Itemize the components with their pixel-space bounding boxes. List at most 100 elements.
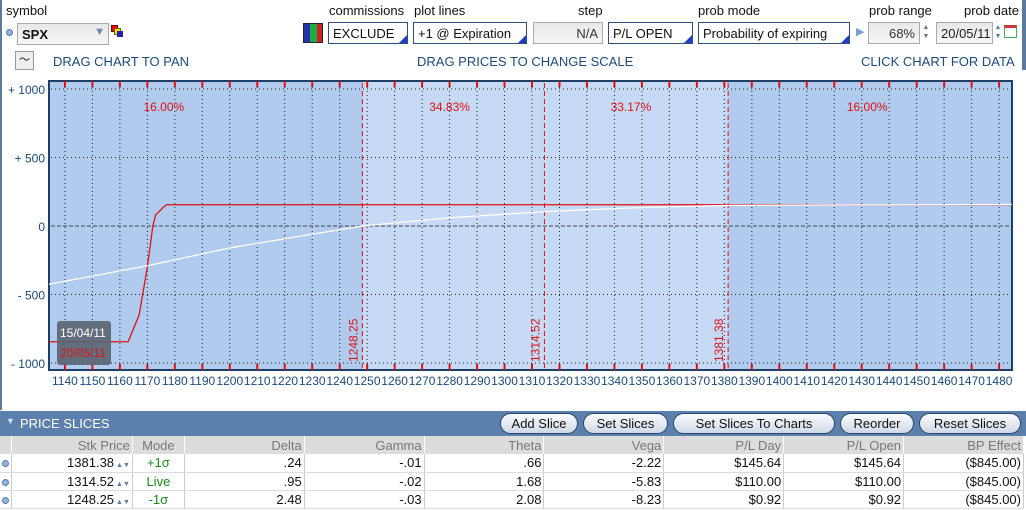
cell-p-l-open: $110.00 (783, 472, 905, 491)
reset-slices-button[interactable]: Reset Slices (919, 413, 1021, 434)
x-tick-label: 1370 (684, 374, 711, 388)
price-slices-title: PRICE SLICES (20, 416, 110, 431)
pan-hint: DRAG CHART TO PAN (53, 54, 190, 69)
table-row[interactable]: 1248.25 ▲▼ -1σ 2.48 -.03 2.08 -8.23 $0.92 $0.92(… (0, 490, 1024, 509)
set-slices-to-charts-button[interactable]: Set Slices To Charts (673, 413, 835, 434)
cell-delta: .24 (184, 454, 305, 473)
cell-theta: .66 (424, 454, 545, 473)
cell-p-l-day: $110.00 (663, 472, 785, 491)
cell-mode: -1σ (132, 490, 185, 509)
expand-arrow-icon[interactable]: ▶ (856, 25, 864, 38)
collapse-icon[interactable]: ▼ (6, 416, 15, 426)
x-tick-label: 1220 (271, 374, 298, 388)
table-row[interactable]: 1314.52 ▲▼ Live .95 -.02 1.68 -5.83 $110.00 $110… (0, 472, 1024, 491)
x-tick-label: 1230 (299, 374, 326, 388)
col-bp-effect[interactable]: BP Effect (903, 436, 1024, 454)
symbol-value: SPX (22, 27, 49, 42)
pl-mode-select[interactable]: P/L OPEN (608, 22, 693, 44)
cell-stk-price[interactable]: 1381.38 ▲▼ (11, 454, 133, 473)
x-tick-label: 1460 (931, 374, 958, 388)
window-border-right (1022, 0, 1026, 70)
table-row[interactable]: 1381.38 ▲▼ +1σ .24 -.01.66 -2.22 $145.64 $145.6… (0, 454, 1024, 473)
col-pl-open[interactable]: P/L Open (783, 436, 905, 454)
risk-profile-chart[interactable]: 1140 1150 1160 1170 1180 1190 1200 1210 1220 1230… (0, 75, 1026, 410)
col-mode[interactable]: Mode (132, 436, 185, 454)
chevron-down-icon[interactable]: ▼ (94, 26, 105, 38)
cell-vega: -8.23 (543, 490, 665, 509)
cell-mode: +1σ (132, 454, 185, 473)
row-dot-icon[interactable] (2, 496, 9, 504)
table-header-row: Stk Price Mode Delta Gamma Theta Vega P/… (0, 436, 1024, 454)
link-dot-icon[interactable] (6, 29, 13, 36)
legend-entry-current: 15/04/11 (60, 326, 106, 340)
scale-hint: DRAG PRICES TO CHANGE SCALE (417, 54, 634, 69)
cell-bp-effect: ($845.00) (903, 454, 1024, 473)
prob-date-input[interactable]: 20/05/11 (936, 22, 993, 44)
stk-price-value: 1381.38 (67, 455, 115, 471)
prob-mode-select[interactable]: Probability of expiring (698, 22, 850, 44)
col-vega[interactable]: Vega (543, 436, 665, 454)
x-tick-label: 1140 (52, 374, 78, 388)
step-label: step (578, 3, 603, 18)
x-tick-label: 1390 (738, 374, 765, 388)
price-spinner[interactable]: ▲▼ (116, 462, 130, 469)
grid-color-icon[interactable] (303, 23, 323, 43)
x-tick-label: 1350 (629, 374, 656, 388)
calendar-icon[interactable] (1004, 25, 1017, 38)
x-tick-label: 1330 (574, 374, 601, 388)
stk-price-value: 1314.52 (67, 473, 115, 489)
symbol-input[interactable]: SPX ▼ (17, 23, 109, 45)
symbol-label: symbol (6, 3, 48, 18)
cell-gamma: -.02 (304, 472, 425, 491)
prob-range-label: prob range (869, 3, 932, 18)
col-gamma[interactable]: Gamma (304, 436, 425, 454)
prob-range-spinner[interactable]: ▲ ▼ (921, 23, 931, 43)
plot-lines-label: plot lines (414, 3, 466, 18)
commissions-select[interactable]: EXCLUDE (328, 22, 408, 44)
x-tick-label: 1440 (876, 374, 903, 388)
x-tick-label: 1400 (766, 374, 793, 388)
y-tick-label: + 1000 (8, 83, 45, 97)
row-dot-icon[interactable] (2, 478, 9, 486)
cell-p-l-open: $0.92 (783, 490, 905, 509)
x-tick-label: 1190 (189, 374, 215, 388)
probability-label: 16.00% (143, 100, 184, 114)
prob-date-spinner[interactable]: ▲ ▼ (993, 23, 1003, 43)
x-tick-label: 1290 (464, 374, 491, 388)
cell-vega: -5.83 (543, 472, 665, 491)
price-spinner[interactable]: ▲▼ (116, 499, 130, 506)
x-tick-label: 1150 (80, 374, 106, 388)
y-tick-label: + 500 (15, 152, 46, 166)
cell-stk-price[interactable]: 1314.52 ▲▼ (11, 472, 133, 491)
legend-entry-expiration: 20/05/11 (60, 346, 106, 360)
cell-p-l-open: $145.64 (783, 454, 905, 473)
col-stk-price[interactable]: Stk Price (11, 436, 133, 454)
x-tick-label: 1270 (409, 374, 436, 388)
x-tick-label: 1200 (216, 374, 243, 388)
probability-label: 16.00% (847, 100, 888, 114)
col-theta[interactable]: Theta (424, 436, 545, 454)
reorder-button[interactable]: Reorder (840, 413, 914, 434)
x-tick-label: 1380 (711, 374, 738, 388)
step-input[interactable]: N/A (533, 22, 603, 44)
x-tick-label: 1160 (107, 374, 133, 388)
set-slices-button[interactable]: Set Slices (583, 413, 668, 434)
cell-gamma: -.01 (304, 454, 425, 473)
color-squares-icon[interactable] (111, 25, 124, 38)
col-pl-day[interactable]: P/L Day (663, 436, 785, 454)
price-spinner[interactable]: ▲▼ (116, 481, 130, 488)
chart-type-icon[interactable]: 〜 (15, 51, 34, 70)
add-slice-button[interactable]: Add Slice (500, 413, 578, 434)
slice-line-label: 1248.25 (346, 318, 360, 362)
x-tick-label: 1430 (848, 374, 875, 388)
row-dot-icon[interactable] (2, 460, 9, 468)
x-tick-label: 1170 (134, 374, 160, 388)
cell-theta: 1.68 (424, 472, 545, 491)
cell-stk-price[interactable]: 1248.25 ▲▼ (11, 490, 133, 509)
y-tick-label: 0 (38, 220, 45, 234)
cell-p-l-day: $145.64 (663, 454, 785, 473)
stk-price-value: 1248.25 (67, 491, 115, 507)
prob-range-input[interactable]: 68% (868, 22, 920, 44)
col-delta[interactable]: Delta (184, 436, 305, 454)
plot-lines-select[interactable]: +1 @ Expiration (413, 22, 527, 44)
